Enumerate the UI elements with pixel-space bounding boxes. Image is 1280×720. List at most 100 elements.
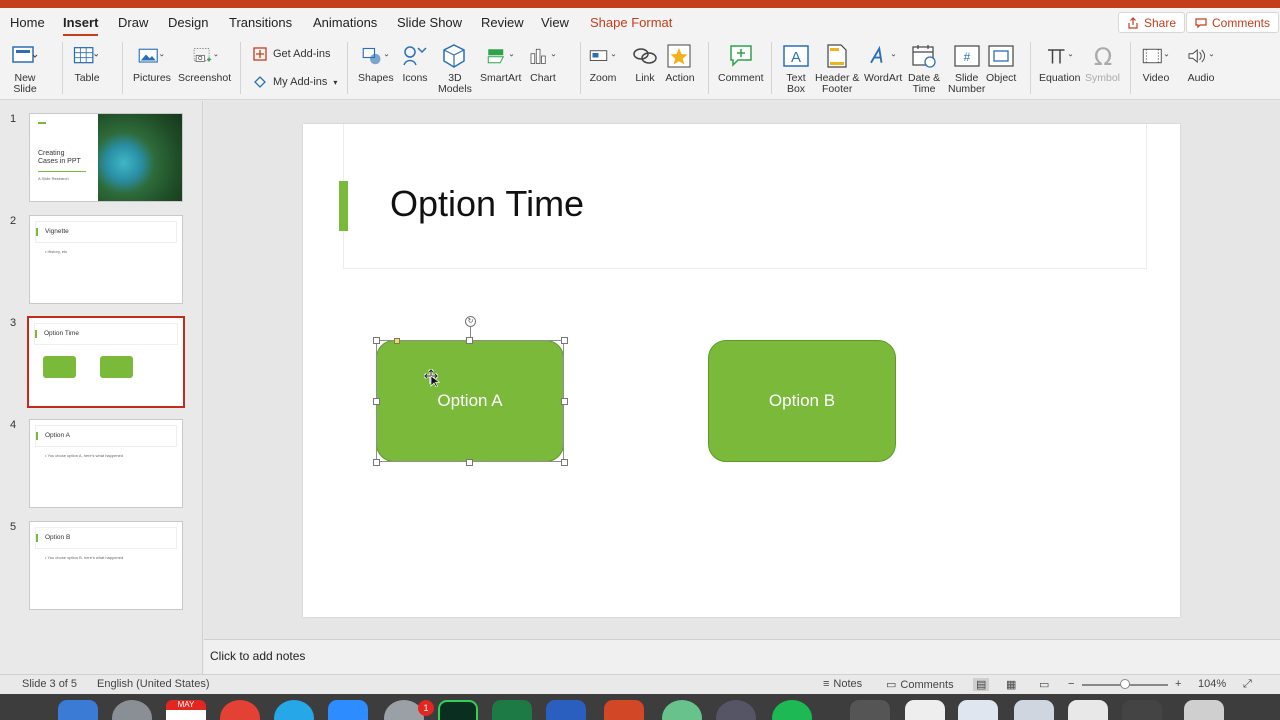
rotate-handle-icon[interactable]: ↻	[465, 316, 476, 327]
notes-pane[interactable]: Click to add notes	[204, 639, 1280, 674]
slide-title[interactable]: Option Time	[390, 183, 584, 225]
window-thumbnail[interactable]	[1014, 700, 1054, 720]
get-addins-button[interactable]: Get Add-ins	[253, 47, 330, 61]
table-button[interactable]: Table	[72, 42, 102, 84]
app-icon[interactable]	[662, 700, 702, 720]
share-button[interactable]: Share	[1118, 12, 1186, 33]
language-indicator[interactable]: English (United States)	[97, 678, 210, 690]
comments-button[interactable]: Comments	[1186, 12, 1280, 33]
resize-handle-sw[interactable]	[373, 459, 380, 466]
zoom-slider-thumb[interactable]	[1120, 679, 1130, 689]
preview-icon[interactable]	[850, 700, 890, 720]
divider	[240, 42, 241, 94]
finder-icon[interactable]	[58, 700, 98, 720]
header-footer-button[interactable]: Header & Footer	[815, 42, 859, 95]
tab-design[interactable]: Design	[168, 15, 208, 30]
window-thumbnail[interactable]	[1122, 700, 1162, 720]
3d-models-button[interactable]: 3D Models	[438, 42, 472, 95]
resize-handle-w[interactable]	[373, 398, 380, 405]
resize-handle-nw[interactable]	[373, 337, 380, 344]
header-footer-icon	[827, 44, 847, 68]
spotify-icon[interactable]	[772, 700, 812, 720]
slide-thumbnail-1[interactable]: Creating Cases in PPT A Slide Research	[29, 113, 183, 202]
calendar-icon[interactable]: MAY	[166, 700, 206, 720]
object-button[interactable]: Object	[986, 42, 1016, 84]
share-label: Share	[1144, 15, 1177, 30]
tab-review[interactable]: Review	[481, 15, 524, 30]
new-slide-button[interactable]: New Slide	[10, 42, 40, 95]
option-b-shape[interactable]: Option B	[708, 340, 896, 462]
link-button[interactable]: Link	[630, 42, 660, 84]
reading-view-icon[interactable]: ▭	[1039, 678, 1049, 691]
my-addins-button[interactable]: My Add-ins ▾	[253, 75, 337, 89]
symbol-button[interactable]: Ω Symbol	[1085, 42, 1120, 84]
comments-toggle[interactable]: ▭ Comments	[886, 678, 954, 692]
camtasia-icon[interactable]	[438, 700, 478, 720]
slide-number-button[interactable]: # Slide Number	[948, 42, 985, 95]
document-icon[interactable]	[905, 700, 945, 720]
notes-toggle[interactable]: ≡ Notes	[823, 678, 862, 690]
screenshot-button[interactable]: Screenshot	[178, 42, 231, 84]
tab-home[interactable]: Home	[10, 15, 45, 30]
chart-button[interactable]: Chart	[528, 42, 558, 84]
text-box-button[interactable]: A Text Box	[781, 42, 811, 95]
tab-view[interactable]: View	[541, 15, 569, 30]
resize-handle-se[interactable]	[561, 459, 568, 466]
resize-handle-s[interactable]	[466, 459, 473, 466]
zoom-app-icon[interactable]	[328, 700, 368, 720]
date-time-button[interactable]: Date & Time	[908, 42, 940, 95]
slide-thumbnail-5[interactable]: Option B • You chose option B, here's wh…	[29, 521, 183, 610]
zoom-level[interactable]: 104%	[1198, 678, 1226, 690]
object-label: Object	[986, 72, 1017, 84]
excel-icon[interactable]	[492, 700, 532, 720]
word-icon[interactable]	[546, 700, 586, 720]
video-button[interactable]: Video	[1141, 42, 1171, 84]
thumbnail-bullet: • History, etc	[45, 249, 68, 254]
notes-placeholder: Click to add notes	[210, 649, 306, 663]
comment-button[interactable]: Comment	[718, 42, 764, 84]
normal-view-icon[interactable]: ▤	[973, 678, 990, 691]
slide-thumbnail-2[interactable]: Vignette • History, etc	[29, 215, 183, 304]
equation-label: Equation	[1039, 72, 1081, 84]
move-cursor-icon	[424, 369, 440, 387]
chart-label: Chart	[530, 72, 556, 84]
icons-label: Icons	[402, 72, 428, 84]
tab-shape-format[interactable]: Shape Format	[590, 15, 672, 30]
divider	[1130, 42, 1131, 94]
slide-thumbnail-4[interactable]: Option A • You chose option A, here's wh…	[29, 419, 183, 508]
accent-bar	[35, 330, 37, 338]
tab-animations[interactable]: Animations	[313, 15, 377, 30]
tab-transitions[interactable]: Transitions	[229, 15, 292, 30]
powerpoint-icon[interactable]	[604, 700, 644, 720]
app-icon[interactable]	[716, 700, 756, 720]
chrome-icon[interactable]	[220, 700, 260, 720]
zoom-in-icon[interactable]: +	[1175, 678, 1181, 690]
resize-handle-ne[interactable]	[561, 337, 568, 344]
fit-to-window-icon[interactable]: ⤢	[1243, 678, 1252, 691]
resize-handle-e[interactable]	[561, 398, 568, 405]
launchpad-icon[interactable]	[112, 700, 152, 720]
window-thumbnail[interactable]	[958, 700, 998, 720]
zoom-button[interactable]: Zoom	[588, 42, 618, 84]
slide-sorter-icon[interactable]: ▦	[1006, 678, 1016, 691]
equation-button[interactable]: Equation	[1039, 42, 1080, 84]
action-button[interactable]: Action	[665, 42, 695, 84]
smartart-button[interactable]: SmartArt	[480, 42, 521, 84]
tab-draw[interactable]: Draw	[118, 15, 148, 30]
icons-button[interactable]: Icons	[400, 42, 430, 84]
tab-insert[interactable]: Insert	[63, 15, 99, 37]
trash-icon[interactable]	[1184, 700, 1224, 720]
wordart-button[interactable]: WordArt	[864, 42, 902, 84]
pictures-button[interactable]: Pictures	[133, 42, 171, 84]
table-label: Table	[74, 72, 100, 84]
resize-handle-n[interactable]	[466, 337, 473, 344]
zoom-out-icon[interactable]: −	[1068, 678, 1074, 690]
safari-icon[interactable]	[274, 700, 314, 720]
shapes-button[interactable]: Shapes	[358, 42, 394, 84]
slide-thumbnail-3[interactable]: Option Time	[27, 316, 185, 408]
corner-radius-handle[interactable]	[394, 338, 400, 344]
tab-slide-show[interactable]: Slide Show	[397, 15, 462, 30]
audio-button[interactable]: Audio	[1186, 42, 1216, 84]
window-thumbnail[interactable]	[1068, 700, 1108, 720]
screenshot-label: Screenshot	[178, 72, 232, 84]
